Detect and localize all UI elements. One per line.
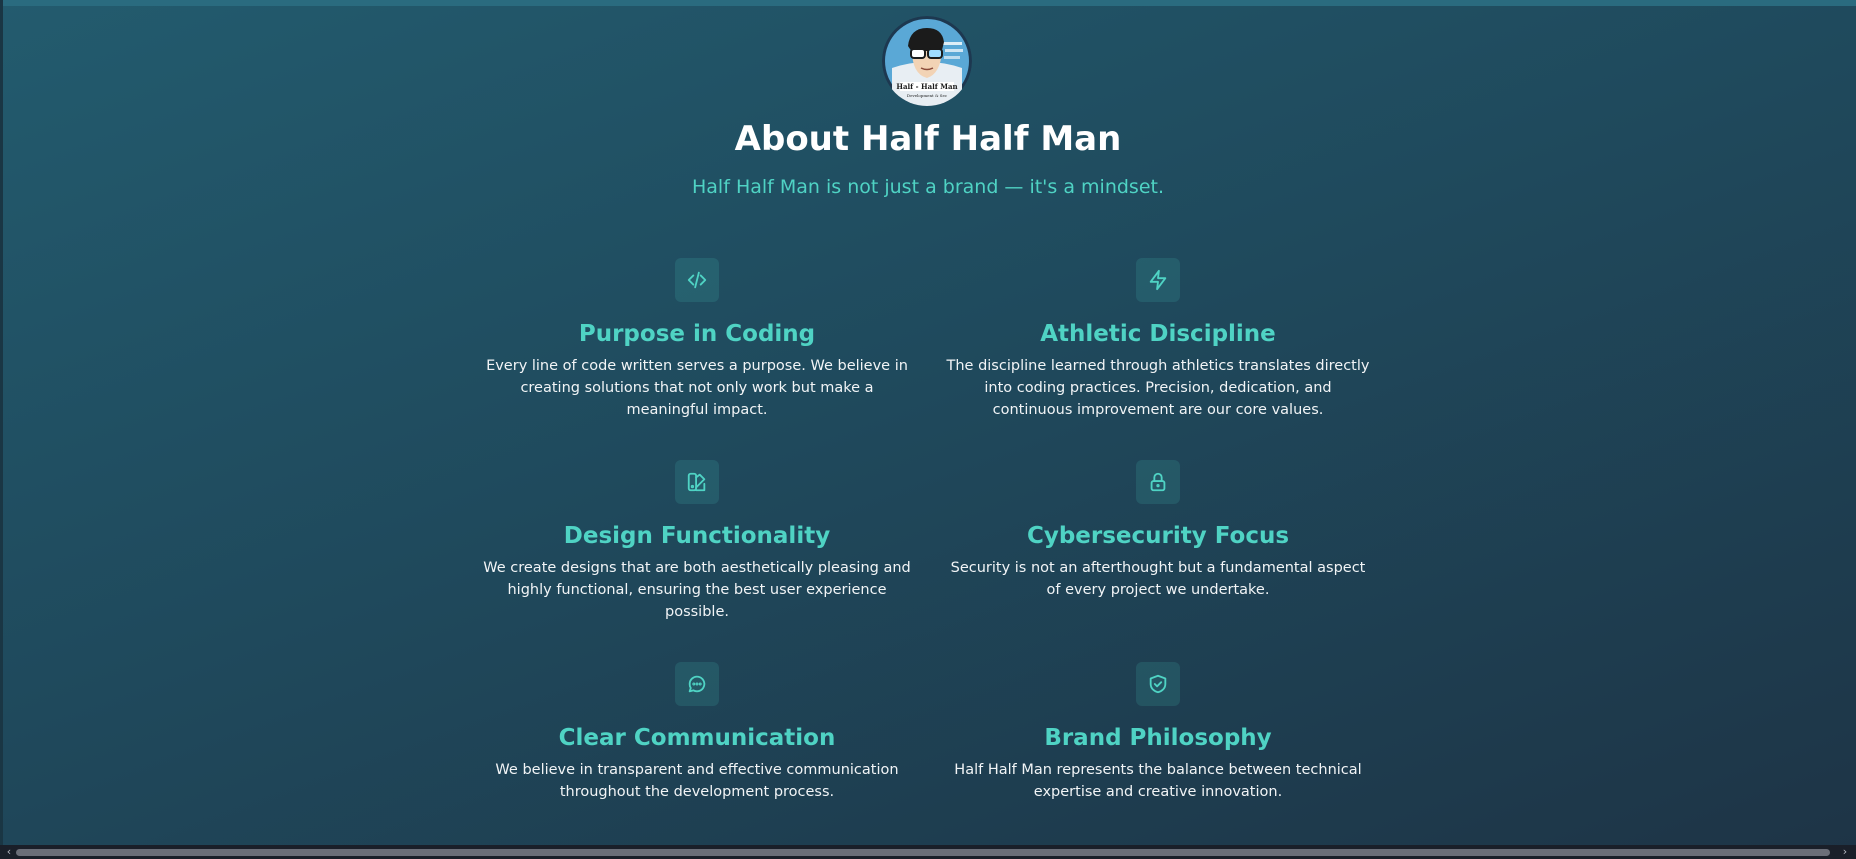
feature-description: Security is not an afterthought but a fu… bbox=[950, 560, 1366, 598]
lightning-icon bbox=[1136, 258, 1180, 302]
feature-description: We create designs that are both aestheti… bbox=[483, 560, 911, 620]
scroll-right-arrow-icon[interactable]: › bbox=[1838, 845, 1852, 859]
lock-icon bbox=[1136, 460, 1180, 504]
horizontal-scrollbar[interactable]: ‹ › bbox=[0, 845, 1856, 859]
feature-title: Athletic Discipline bbox=[1040, 321, 1276, 347]
feature-brand-philosophy: Brand Philosophy Half Half Man represent… bbox=[943, 662, 1373, 803]
half-half-man-logo: Half - Half Man Development & Sec bbox=[882, 16, 972, 106]
feature-title: Clear Communication bbox=[558, 725, 836, 751]
shield-check-icon bbox=[1136, 662, 1180, 706]
feature-athletic-discipline: Athletic Discipline The discipline learn… bbox=[943, 258, 1373, 421]
page-title: About Half Half Man bbox=[734, 119, 1122, 159]
feature-description: We believe in transparent and effective … bbox=[495, 762, 899, 800]
feature-title: Purpose in Coding bbox=[578, 321, 816, 347]
top-accent-bar bbox=[0, 0, 1856, 6]
code-icon bbox=[675, 258, 719, 302]
feature-clear-communication: Clear Communication We believe in transp… bbox=[482, 662, 912, 803]
scroll-left-arrow-icon[interactable]: ‹ bbox=[2, 845, 16, 859]
feature-title: Brand Philosophy bbox=[1044, 725, 1272, 751]
feature-purpose-in-coding: Purpose in Coding Every line of code wri… bbox=[482, 258, 912, 421]
feature-title: Cybersecurity Focus bbox=[1026, 523, 1290, 549]
scrollbar-thumb[interactable] bbox=[16, 849, 1830, 856]
feature-description: Every line of code written serves a purp… bbox=[486, 358, 908, 418]
chat-icon bbox=[675, 662, 719, 706]
feature-cybersecurity-focus: Cybersecurity Focus Security is not an a… bbox=[943, 460, 1373, 601]
feature-design-functionality: Design Functionality We create designs t… bbox=[482, 460, 912, 623]
feature-title: Design Functionality bbox=[563, 523, 831, 549]
page-subtitle: Half Half Man is not just a brand — it's… bbox=[692, 176, 1164, 198]
svg-text:Half - Half Man: Half - Half Man bbox=[896, 82, 957, 91]
palette-icon bbox=[675, 460, 719, 504]
svg-text:Development & Sec: Development & Sec bbox=[907, 93, 948, 98]
feature-description: The discipline learned through athletics… bbox=[946, 358, 1370, 418]
feature-description: Half Half Man represents the balance bet… bbox=[954, 762, 1362, 800]
